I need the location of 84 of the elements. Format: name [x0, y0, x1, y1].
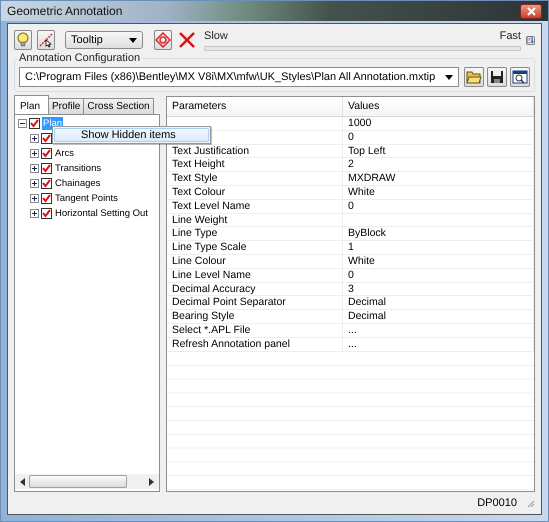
expand-icon[interactable] — [30, 149, 39, 158]
table-cell: Line Type — [167, 227, 343, 240]
table-cell: 1000 — [343, 117, 534, 130]
lightbulb-icon — [16, 32, 30, 48]
expand-icon[interactable] — [30, 164, 39, 173]
expand-icon[interactable] — [30, 194, 39, 203]
table-cell: Text Justification — [167, 144, 343, 158]
close-icon — [526, 6, 536, 16]
checkbox[interactable] — [41, 163, 52, 174]
mode-dropdown[interactable]: Tooltip — [65, 31, 143, 49]
group-label: Annotation Configuration — [17, 52, 142, 64]
delete-icon[interactable] — [177, 30, 197, 50]
collapse-icon[interactable] — [18, 119, 27, 128]
table-cell: Bearing Style — [167, 310, 343, 324]
table-cell: Refresh Annotation panel — [167, 338, 343, 351]
tree-item[interactable]: Tangent Points — [54, 192, 119, 205]
table-cell: White — [343, 254, 534, 268]
table-cell: Decimal Accuracy — [167, 282, 343, 296]
menu-item[interactable]: Show Hidden items — [54, 128, 209, 142]
table-cell: 0 — [343, 268, 534, 282]
dropdown-arrow-icon — [129, 38, 137, 42]
table-cell: Line Colour — [167, 254, 343, 268]
tab[interactable]: Plan — [14, 95, 50, 114]
table-cell: 2 — [343, 158, 534, 172]
tree-item[interactable]: Horizontal Setting Out — [54, 207, 149, 220]
open-button[interactable] — [464, 67, 484, 87]
resize-grip-icon[interactable] — [525, 498, 535, 508]
crosshair-icon — [155, 32, 171, 48]
scroll-right-icon[interactable] — [149, 478, 154, 486]
speed-slider-track[interactable] — [204, 46, 521, 50]
table-cell: 1 — [343, 241, 534, 254]
table-cell: Text Colour — [167, 186, 343, 199]
close-button[interactable] — [520, 4, 542, 18]
slider-min-label: Slow — [204, 30, 228, 42]
table-cell: Text Height — [167, 158, 343, 172]
table-cell: Line Type Scale — [167, 241, 343, 254]
status-code: DP0010 — [477, 497, 517, 509]
table-cell: Line Level Name — [167, 268, 343, 282]
table-cell: ... — [343, 324, 534, 337]
magnifier-window-icon — [512, 70, 528, 84]
expand-icon[interactable] — [30, 179, 39, 188]
table-cell: Line Weight — [167, 214, 343, 227]
scroll-left-icon[interactable] — [20, 478, 25, 486]
tab[interactable]: Profile — [48, 98, 84, 114]
target-button[interactable] — [154, 30, 172, 50]
save-button[interactable] — [487, 67, 507, 87]
pen-cursor-icon — [38, 32, 54, 48]
checkbox[interactable] — [41, 133, 52, 144]
table-cell: White — [343, 186, 534, 199]
window-title: Geometric Annotation — [7, 4, 122, 18]
table-cell: Text Style — [167, 172, 343, 186]
table-cell: MXDRAW — [343, 172, 534, 186]
column-header[interactable]: Parameters — [167, 97, 343, 116]
table-cell: Text Level Name — [167, 200, 343, 213]
pen-button[interactable] — [37, 30, 55, 50]
scrollbar-thumb[interactable] — [29, 475, 127, 488]
checkbox[interactable] — [29, 118, 40, 129]
tree-item[interactable]: Chainages — [54, 177, 102, 190]
table-cell: Decimal — [343, 310, 534, 324]
checkbox[interactable] — [41, 178, 52, 189]
table-cell: ByBlock — [343, 227, 534, 240]
expand-icon[interactable] — [30, 134, 39, 143]
folder-icon — [466, 70, 482, 84]
table-cell: 0 — [343, 200, 534, 213]
slider-max-label: Fast — [500, 30, 521, 42]
tab[interactable]: Cross Section — [83, 98, 154, 114]
table-cell: ... — [343, 338, 534, 351]
checkbox[interactable] — [41, 148, 52, 159]
horizontal-scrollbar[interactable] — [15, 474, 159, 489]
configuration-file-dropdown[interactable]: C:\Program Files (x86)\Bentley\MX V8i\MX\mfw\UK_Styles\Plan All Annotation.mxtip — [19, 67, 459, 87]
table-cell: 3 — [343, 282, 534, 296]
table-cell: Top Left — [343, 144, 534, 158]
checkbox[interactable] — [41, 193, 52, 204]
dropdown-arrow-icon — [445, 74, 453, 80]
expand-icon[interactable] — [30, 209, 39, 218]
table-cell: Decimal — [343, 296, 534, 310]
checkbox[interactable] — [41, 208, 52, 219]
table-cell: 0 — [343, 130, 534, 144]
export-button[interactable] — [526, 36, 535, 44]
lightbulb-button[interactable] — [14, 30, 32, 50]
preview-button[interactable] — [510, 67, 530, 87]
column-header[interactable]: Values — [343, 97, 534, 116]
table-cell: Decimal Point Separator — [167, 296, 343, 310]
table-cell: Select *.APL File — [167, 324, 343, 337]
